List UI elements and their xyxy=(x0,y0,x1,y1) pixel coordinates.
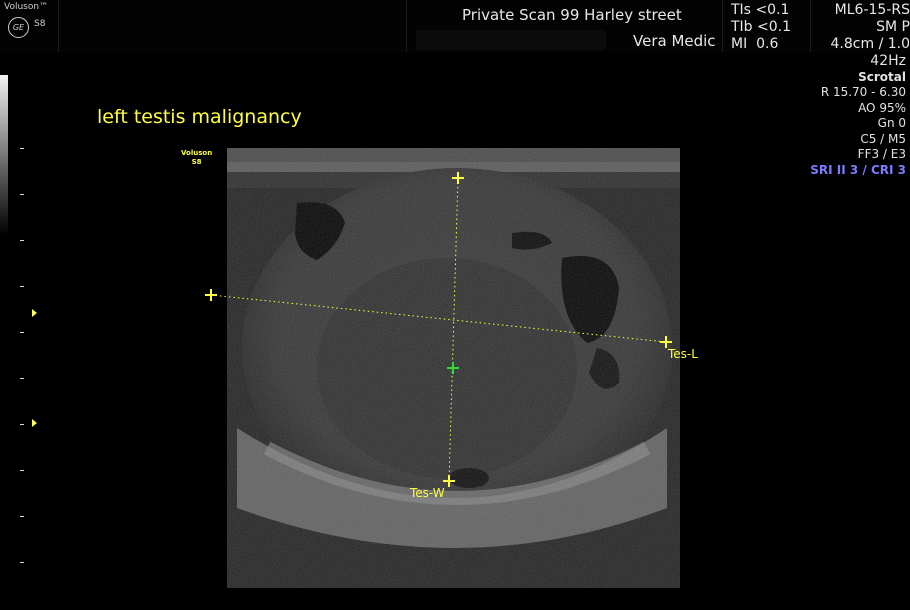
caliper-icon xyxy=(205,289,217,301)
center-marker-icon xyxy=(447,362,459,374)
measurement-overlay xyxy=(205,172,672,487)
width-measure-line xyxy=(448,177,459,482)
length-measure-line xyxy=(210,294,667,343)
caliper-icon xyxy=(452,172,464,184)
measure-label-length: Tes-L xyxy=(668,347,698,361)
measure-label-width: Tes-W xyxy=(410,486,445,500)
